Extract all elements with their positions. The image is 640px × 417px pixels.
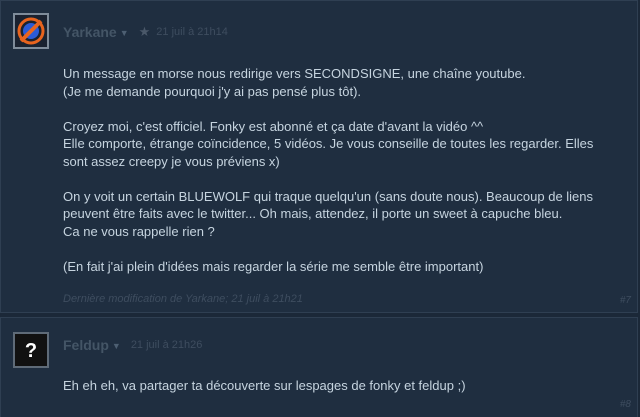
timestamp: 21 juil à 21h26 xyxy=(130,339,203,351)
comment-8: ? Feldup ▼ 21 juil à 21h26 Eh eh eh, va … xyxy=(0,317,638,417)
chevron-down-icon[interactable]: ▼ xyxy=(120,28,129,38)
comment-7: Yarkane ▼ ★ 21 juil à 21h14 Un message e… xyxy=(0,0,638,313)
author-name[interactable]: Feldup xyxy=(63,337,109,353)
comment-number[interactable]: #7 xyxy=(620,295,631,306)
author-name[interactable]: Yarkane xyxy=(63,24,117,40)
edited-note: Dernière modification de Yarkane; 21 jui… xyxy=(63,293,303,305)
question-mark-icon: ? xyxy=(15,334,47,366)
author-line: Feldup ▼ 21 juil à 21h26 xyxy=(63,337,202,353)
chevron-down-icon[interactable]: ▼ xyxy=(112,341,121,351)
avatar-logo-icon xyxy=(15,15,47,47)
avatar[interactable] xyxy=(13,13,49,49)
avatar-glyph: ? xyxy=(25,340,37,362)
comment-body: Eh eh eh, va partager ta découverte sur … xyxy=(63,378,466,393)
comment-number[interactable]: #8 xyxy=(620,399,631,410)
avatar[interactable]: ? xyxy=(13,332,49,368)
author-line: Yarkane ▼ ★ 21 juil à 21h14 xyxy=(63,24,228,40)
comment-body: Un message en morse nous redirige vers S… xyxy=(63,66,594,274)
timestamp: 21 juil à 21h14 xyxy=(156,26,228,38)
star-icon: ★ xyxy=(138,24,151,39)
